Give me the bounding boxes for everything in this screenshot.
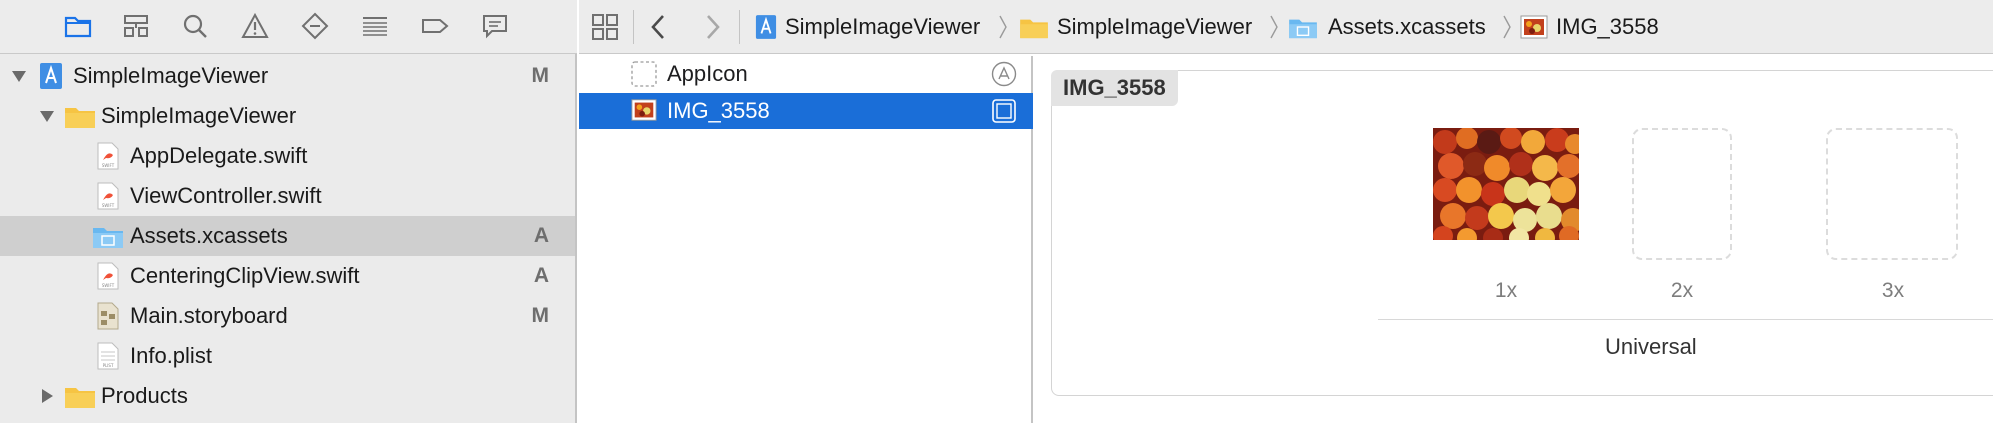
plist-file-icon: PLIST	[95, 341, 121, 371]
tree-item-file[interactable]: SWIFT CenteringClipView.swift A	[0, 256, 575, 296]
scm-status-badge: A	[533, 224, 549, 247]
scm-status-badge: M	[531, 64, 550, 87]
tree-item-label: SimpleImageViewer	[101, 103, 297, 128]
swift-file-icon: SWIFT	[95, 141, 121, 171]
slot-label-2x: 2x	[1670, 279, 1694, 302]
breadcrumb-chevron-icon	[998, 0, 1008, 54]
slot-label-3x: 3x	[1881, 279, 1905, 302]
back-arrow-icon[interactable]	[647, 0, 669, 54]
disclosure-expanded-icon[interactable]	[10, 67, 28, 85]
device-group-label: Universal	[1605, 334, 1697, 359]
image-set-editor: IMG_3558 1x 2x 3x Universal	[1035, 56, 1993, 423]
swift-file-icon: SWIFT	[95, 261, 121, 291]
tree-item-project[interactable]: SimpleImageViewer M	[0, 56, 575, 96]
navigator-toolbar	[0, 0, 577, 54]
tree-item-asset-catalog[interactable]: Assets.xcassets A	[0, 216, 575, 256]
breadcrumb-label: SimpleImageViewer	[785, 14, 981, 39]
tree-item-label: SimpleImageViewer	[73, 63, 269, 88]
diamond-icon[interactable]	[297, 10, 333, 42]
image-set-icon	[991, 98, 1017, 124]
project-navigator: SimpleImageViewer M SimpleImageViewer SW…	[0, 0, 577, 423]
svg-text:SWIFT: SWIFT	[102, 203, 115, 208]
image-well-2x[interactable]	[1632, 128, 1732, 260]
app-icon-placeholder-icon	[631, 61, 657, 87]
breadcrumb-project[interactable]: SimpleImageViewer	[755, 0, 980, 54]
breadcrumb-group[interactable]: SimpleImageViewer	[1019, 0, 1252, 54]
asset-list: AppIcon IMG_3558	[579, 56, 1033, 423]
disclosure-collapsed-icon[interactable]	[38, 387, 56, 405]
asset-catalog-icon	[92, 221, 124, 251]
jump-bar: SimpleImageViewer SimpleImageViewer Asse…	[579, 0, 1993, 54]
xcode-project-icon	[38, 61, 64, 91]
hierarchy-icon[interactable]	[118, 10, 154, 42]
folder-icon	[64, 101, 96, 131]
folder-icon	[1019, 15, 1049, 39]
image-set-name: IMG_3558	[1051, 70, 1178, 106]
breadcrumb-image-set[interactable]: IMG_3558	[1520, 0, 1659, 54]
folder-icon[interactable]	[60, 10, 96, 42]
folder-icon	[64, 381, 96, 411]
tree-item-label: AppDelegate.swift	[130, 143, 308, 168]
asset-catalog-icon	[1288, 15, 1318, 39]
storyboard-icon	[95, 301, 121, 331]
slot-label-1x: 1x	[1494, 279, 1518, 302]
related-items-icon[interactable]	[591, 0, 619, 54]
disclosure-expanded-icon[interactable]	[38, 107, 56, 125]
tree-item-label: ViewController.swift	[130, 183, 322, 208]
tree-item-label: CenteringClipView.swift	[130, 263, 360, 288]
tree-item-label: Assets.xcassets	[130, 223, 288, 248]
asset-item-img-3558[interactable]: IMG_3558	[579, 93, 1033, 129]
search-icon[interactable]	[177, 10, 213, 42]
tree-item-label: Main.storyboard	[130, 303, 288, 328]
divider	[739, 10, 740, 44]
breadcrumb-chevron-icon	[1269, 0, 1279, 54]
swift-file-icon: SWIFT	[95, 181, 121, 211]
scm-status-badge: A	[533, 264, 549, 287]
svg-text:PLIST: PLIST	[103, 363, 114, 368]
image-thumbnail-icon	[1520, 15, 1548, 39]
asset-item-label: AppIcon	[667, 61, 748, 86]
list-icon[interactable]	[357, 10, 393, 42]
tree-item-label: Info.plist	[130, 343, 212, 368]
xcode-project-icon	[755, 13, 777, 41]
asset-item-label: IMG_3558	[667, 98, 770, 123]
tree-item-file[interactable]: SWIFT ViewController.swift	[0, 176, 575, 216]
breadcrumb-asset-catalog[interactable]: Assets.xcassets	[1288, 0, 1486, 54]
svg-text:SWIFT: SWIFT	[102, 283, 115, 288]
divider	[633, 10, 634, 44]
file-tree: SimpleImageViewer M SimpleImageViewer SW…	[0, 56, 575, 416]
breadcrumb-label: Assets.xcassets	[1328, 14, 1486, 39]
speech-bubble-icon[interactable]	[477, 10, 513, 42]
divider	[1378, 319, 1993, 320]
svg-text:SWIFT: SWIFT	[102, 163, 115, 168]
asset-item-appicon[interactable]: AppIcon	[579, 56, 1033, 92]
scm-status-badge: M	[531, 304, 550, 327]
tree-item-file[interactable]: Main.storyboard M	[0, 296, 575, 336]
breadcrumb-label: SimpleImageViewer	[1057, 14, 1253, 39]
tree-item-group[interactable]: Products	[0, 376, 575, 416]
app-store-icon	[991, 61, 1017, 87]
image-well-3x[interactable]	[1826, 128, 1958, 260]
image-thumbnail-icon	[631, 98, 657, 124]
forward-arrow-icon[interactable]	[702, 0, 724, 54]
tree-item-file[interactable]: SWIFT AppDelegate.swift	[0, 136, 575, 176]
breadcrumb-label: IMG_3558	[1556, 14, 1659, 39]
peppers-image	[1433, 127, 1585, 248]
tree-item-label: Products	[101, 383, 188, 408]
warning-icon[interactable]	[237, 10, 273, 42]
tree-item-file[interactable]: PLIST Info.plist	[0, 336, 575, 376]
tree-item-group[interactable]: SimpleImageViewer	[0, 96, 575, 136]
breadcrumb-chevron-icon	[1502, 0, 1512, 54]
image-well-1x[interactable]	[1433, 127, 1585, 248]
tag-icon[interactable]	[417, 10, 453, 42]
